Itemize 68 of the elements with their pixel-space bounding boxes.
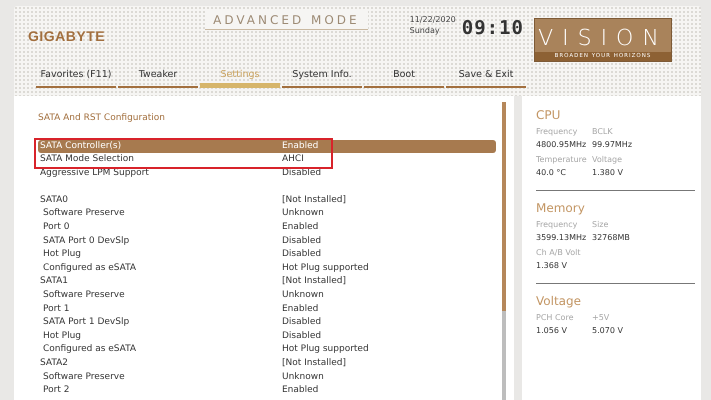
setting-label[interactable]: SATA Mode Selection — [38, 153, 282, 167]
menu-tab[interactable]: Boot — [364, 68, 444, 88]
setting-value[interactable]: Enabled — [282, 384, 318, 398]
menu-tab[interactable]: Favorites (F11) — [36, 68, 116, 88]
setting-label[interactable]: Port 1 — [38, 302, 282, 316]
setting-value[interactable]: Disabled — [282, 316, 322, 330]
setting-value[interactable]: Hot Plug supported — [282, 343, 369, 357]
setting-value[interactable]: [Not Installed] — [282, 357, 346, 371]
setting-value[interactable]: Unknown — [282, 370, 324, 384]
setting-value[interactable]: Unknown — [282, 289, 324, 303]
setting-label[interactable]: Configured as eSATA — [38, 262, 282, 276]
setting-label[interactable]: Port 0 — [38, 221, 282, 235]
group-label[interactable]: SATA0 — [38, 194, 282, 208]
setting-label[interactable]: Software Preserve — [38, 370, 282, 384]
menu-tab[interactable]: Tweaker — [118, 68, 198, 88]
reading-label: Ch A/B Volt — [536, 247, 582, 259]
reading-value: 32768MB — [592, 232, 631, 244]
reading-value: 1.056 V — [536, 325, 568, 337]
setting-label[interactable]: SATA Port 0 DevSlp — [38, 234, 282, 248]
setting-value[interactable]: Disabled — [282, 248, 322, 262]
setting-value[interactable]: Enabled — [282, 221, 318, 235]
setting-value[interactable]: Disabled — [282, 330, 322, 344]
reading-value: 1.368 V — [536, 260, 568, 272]
reading-label: Temperature — [536, 154, 588, 166]
reading-label: Frequency — [536, 219, 578, 231]
setting-label[interactable]: Configured as eSATA — [38, 343, 282, 357]
setting-label[interactable]: Hot Plug — [38, 248, 282, 262]
reading-value: 5.070 V — [592, 325, 624, 337]
day-text: Sunday — [410, 25, 441, 36]
date-text: 11/22/2020 — [410, 14, 456, 25]
brand-logo: GIGABYTE — [28, 27, 106, 46]
reading-value: 40.0 °C — [536, 167, 567, 179]
setting-value[interactable]: AHCI — [282, 153, 304, 167]
setting-value[interactable]: Disabled — [282, 234, 322, 248]
setting-label[interactable]: SATA Port 1 DevSlp — [38, 316, 282, 330]
clock-time: 09:10 — [462, 16, 524, 41]
reading-label: Frequency — [536, 126, 578, 138]
group-label[interactable]: SATA1 — [38, 275, 282, 290]
setting-label[interactable]: Port 2 — [38, 384, 282, 398]
reading-value: 3599.13MHz — [536, 232, 588, 244]
setting-value[interactable]: Enabled — [282, 140, 318, 154]
scrollbar[interactable] — [502, 102, 506, 400]
setting-label[interactable]: Software Preserve — [38, 289, 282, 303]
reading-label: Voltage — [592, 154, 624, 166]
monitor-section-title: Voltage — [536, 293, 582, 310]
monitor-section-title: CPU — [536, 107, 562, 124]
menu-tab[interactable]: System Info. — [282, 68, 362, 88]
reading-label: Size — [592, 219, 610, 231]
reading-value: 99.97MHz — [592, 139, 634, 151]
monitor-section-title: Memory — [536, 200, 586, 217]
reading-value: 1.380 V — [592, 167, 624, 179]
badge-title: VISION — [538, 26, 668, 52]
setting-value[interactable]: Enabled — [282, 302, 318, 316]
reading-label: +5V — [592, 312, 610, 324]
section-title: SATA And RST Configuration — [38, 112, 166, 125]
group-label[interactable]: SATA2 — [38, 357, 282, 371]
setting-value[interactable]: [Not Installed] — [282, 275, 346, 290]
mode-title: ADVANCED MODE — [205, 11, 368, 30]
reading-value: 4800.95MHz — [536, 139, 588, 151]
setting-label[interactable]: SATA Controller(s) — [38, 140, 282, 154]
setting-value[interactable]: [Not Installed] — [282, 194, 346, 208]
setting-value[interactable]: Unknown — [282, 207, 324, 222]
setting-label[interactable]: Hot Plug — [38, 330, 282, 344]
setting-value[interactable]: Hot Plug supported — [282, 262, 369, 276]
menu-tab[interactable]: Save & Exit — [446, 68, 526, 88]
reading-label: BCLK — [592, 126, 614, 138]
setting-label[interactable]: Software Preserve — [38, 207, 282, 222]
reading-label: PCH Core — [536, 312, 574, 324]
